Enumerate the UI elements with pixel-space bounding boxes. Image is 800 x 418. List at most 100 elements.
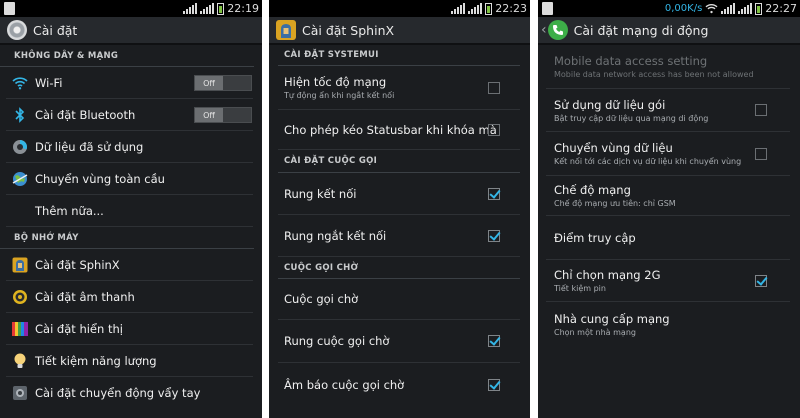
signal-2-icon — [468, 3, 483, 14]
statusbar-lock-label: Cho phép kéo Statusbar khi khóa mà — [284, 122, 497, 137]
call-waiting-row[interactable]: Cuộc gọi chờ — [278, 279, 520, 320]
vibrate-on-disconnect-checkbox[interactable] — [488, 229, 500, 242]
show-network-speed-label: Hiện tốc độ mạng — [284, 75, 387, 89]
show-network-speed-row[interactable]: Hiện tốc độ mạng Tự động ẩn khi ngắt kết… — [278, 66, 520, 110]
settings-gear-icon[interactable] — [7, 20, 27, 40]
access-point-names-row[interactable]: Điểm truy cập — [546, 216, 790, 260]
signal-icon — [451, 3, 466, 14]
sphinx-settings-row[interactable]: Cài đặt SphinX — [6, 249, 253, 281]
wifi-toggle[interactable]: Off — [194, 75, 252, 91]
mobile-data-access-row: Mobile data access setting Mobile data n… — [546, 45, 790, 89]
more-row[interactable]: Thêm nữa... — [6, 195, 253, 227]
display-settings-row[interactable]: Cài đặt hiển thị — [6, 313, 253, 345]
phone-icon[interactable] — [547, 20, 568, 40]
vibrate-on-connect-row[interactable]: Rung kết nối — [278, 173, 520, 215]
show-network-speed-summary: Tự động ẩn khi ngắt kết nối — [284, 91, 395, 100]
vibrate-on-connect-label: Rung kết nối — [284, 186, 357, 201]
mobile-data-access-label: Mobile data access setting — [554, 54, 708, 68]
display-icon — [11, 320, 28, 337]
network-mode-row[interactable]: Chế độ mạng Chế độ mạng ưu tiên: chỉ GSM — [546, 176, 790, 216]
vibrate-call-waiting-row[interactable]: Rung cuộc gọi chờ — [278, 320, 520, 363]
status-time: 22:23 — [495, 2, 527, 15]
action-bar: Cài đặt — [0, 17, 262, 45]
signal-2-icon — [200, 3, 215, 14]
section-header: BỘ NHỚ MÁY — [0, 227, 254, 249]
wifi-label: Wi-Fi — [35, 75, 63, 90]
vibrate-call-waiting-label: Rung cuộc gọi chờ — [284, 334, 390, 348]
network-operators-row[interactable]: Nhà cung cấp mạng Chọn một nhà mạng — [546, 302, 790, 346]
use-packet-data-checkbox[interactable] — [755, 104, 767, 116]
bluetooth-label: Cài đặt Bluetooth — [35, 107, 136, 122]
global-roaming-label: Chuyển vùng toàn cầu — [35, 171, 165, 186]
use-packet-data-row[interactable]: Sử dụng dữ liệu gói Bật truy cập dữ liệu… — [546, 89, 790, 132]
network-mode-summary: Chế độ mạng ưu tiên: chỉ GSM — [554, 199, 676, 208]
use-packet-data-summary: Bật truy cập dữ liệu qua mạng di động — [554, 113, 709, 123]
use-2g-only-label: Chỉ chọn mạng 2G — [554, 268, 661, 282]
vibrate-on-disconnect-label: Rung ngắt kết nối — [284, 228, 387, 243]
gesture-settings-label: Cài đặt chuyển động vẩy tay — [35, 386, 201, 400]
status-time: 22:27 — [765, 2, 797, 15]
display-settings-label: Cài đặt hiển thị — [35, 321, 123, 336]
gesture-icon — [11, 385, 28, 402]
sphinx-icon — [11, 256, 28, 273]
battery-icon — [755, 2, 763, 15]
network-speed: 0,00K/s — [664, 3, 703, 14]
statusbar-lock-row[interactable]: Cho phép kéo Statusbar khi khóa mà — [278, 110, 520, 150]
page-title: Cài đặt mạng di động — [573, 22, 709, 38]
notification-icon — [542, 2, 553, 15]
data-roaming-row[interactable]: Chuyển vùng dữ liệu Kết nối tới các dịch… — [546, 132, 790, 176]
vibrate-on-disconnect-row[interactable]: Rung ngắt kết nối — [278, 215, 520, 257]
wifi-status-icon — [705, 3, 718, 14]
gesture-settings-row[interactable]: Cài đặt chuyển động vẩy tay — [6, 377, 253, 409]
call-waiting-tone-label: Âm báo cuộc gọi chờ — [284, 377, 405, 392]
wifi-icon — [11, 74, 28, 91]
action-bar: Cài đặt SphinX — [269, 17, 530, 45]
bluetooth-row[interactable]: Cài đặt Bluetooth Off — [6, 99, 253, 131]
call-waiting-tone-checkbox[interactable] — [488, 378, 500, 391]
sphinx-icon[interactable] — [276, 20, 296, 40]
toggle-state: Off — [195, 76, 223, 90]
power-saving-icon — [11, 352, 28, 369]
section-header: CÀI ĐẶT CUỘC GỌI — [278, 150, 520, 173]
data-usage-icon — [11, 138, 28, 155]
call-waiting-tone-row[interactable]: Âm báo cuộc gọi chờ — [278, 363, 520, 406]
mobile-network-settings-screen: 0,00K/s 22:27 ‹ Cài đặt mạng di động Mob… — [538, 0, 800, 418]
toggle-state: Off — [195, 108, 223, 122]
bluetooth-icon — [11, 106, 28, 123]
data-roaming-checkbox[interactable] — [755, 147, 767, 160]
wifi-row[interactable]: Wi-Fi Off — [6, 67, 253, 99]
back-caret-icon[interactable]: ‹ — [541, 22, 547, 38]
settings-screen: 22:19 Cài đặt KHÔNG DÂY & MẠNG Wi-Fi Off… — [0, 0, 262, 418]
status-bar: 22:23 — [269, 0, 530, 17]
page-title: Cài đặt — [33, 22, 78, 38]
vibrate-on-connect-checkbox[interactable] — [488, 187, 500, 200]
data-usage-row[interactable]: Dữ liệu đã sử dụng — [6, 131, 253, 163]
sound-settings-label: Cài đặt âm thanh — [35, 289, 135, 304]
show-network-speed-checkbox[interactable] — [488, 81, 500, 94]
status-bar: 0,00K/s 22:27 — [538, 0, 800, 17]
section-header: CÀI ĐẶT SYSTEMUI — [278, 45, 520, 66]
section-header: KHÔNG DÂY & MẠNG — [0, 45, 254, 67]
use-2g-only-row[interactable]: Chỉ chọn mạng 2G Tiết kiệm pin — [546, 260, 790, 302]
sound-icon — [11, 288, 28, 305]
vibrate-call-waiting-checkbox[interactable] — [488, 335, 500, 347]
call-waiting-label: Cuộc gọi chờ — [284, 292, 359, 306]
network-operators-summary: Chọn một nhà mạng — [554, 327, 636, 337]
sphinx-settings-label: Cài đặt SphinX — [35, 257, 120, 272]
access-point-names-label: Điểm truy cập — [554, 230, 636, 245]
data-usage-label: Dữ liệu đã sử dụng — [35, 139, 144, 154]
section-header: CUỘC GỌI CHỜ — [278, 257, 520, 279]
data-roaming-label: Chuyển vùng dữ liệu — [554, 141, 673, 155]
use-2g-only-checkbox[interactable] — [755, 274, 767, 287]
network-mode-label: Chế độ mạng — [554, 183, 631, 197]
use-2g-only-summary: Tiết kiệm pin — [554, 284, 606, 293]
power-saving-row[interactable]: Tiết kiệm năng lượng — [6, 345, 253, 377]
sound-settings-row[interactable]: Cài đặt âm thanh — [6, 281, 253, 313]
network-operators-label: Nhà cung cấp mạng — [554, 311, 670, 326]
global-roaming-row[interactable]: Chuyển vùng toàn cầu — [6, 163, 253, 195]
action-bar: ‹ Cài đặt mạng di động — [538, 17, 800, 45]
bluetooth-toggle[interactable]: Off — [194, 107, 252, 123]
signal-icon — [721, 3, 736, 14]
statusbar-lock-checkbox[interactable] — [488, 123, 500, 136]
page-title: Cài đặt SphinX — [302, 22, 395, 38]
